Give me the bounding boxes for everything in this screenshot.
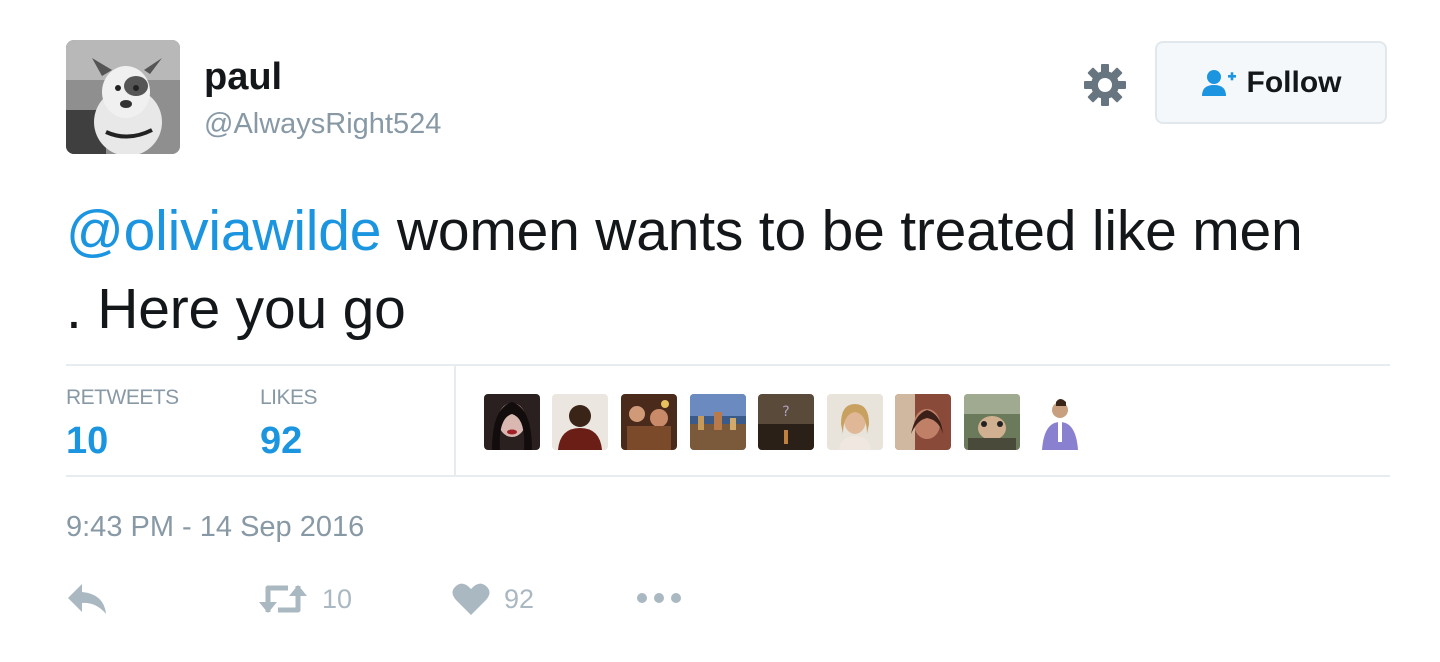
tweet-text-line2: . Here you go [66,277,406,341]
gear-icon[interactable] [1082,62,1128,108]
liker-avatar[interactable] [484,394,540,450]
liker-avatar[interactable] [690,394,746,450]
retweets-stat[interactable]: RETWEETS 10 [66,386,179,463]
likes-stat[interactable]: LIKES 92 [260,386,318,463]
retweet-button[interactable]: 10 [258,582,352,616]
tweet-timestamp[interactable]: 9:43 PM - 14 Sep 2016 [66,511,364,544]
like-count: 92 [504,583,535,614]
likes-label: LIKES [260,386,318,409]
retweet-icon [259,585,307,613]
mention-link[interactable]: @oliviawilde [66,199,381,263]
reply-button[interactable] [66,582,108,616]
tweet-text: @oliviawilde women wants to be treated l… [66,192,1406,348]
heart-icon [452,583,490,615]
liker-avatar[interactable] [621,394,677,450]
likes-value: 92 [260,420,303,462]
liker-avatar[interactable] [1032,394,1088,450]
more-dots-icon [637,593,681,603]
follow-person-plus-icon [1201,69,1236,96]
tweet-actions: 10 92 [66,582,766,632]
retweets-value: 10 [66,420,109,462]
reply-icon [68,584,106,614]
follow-button-label: Follow [1246,65,1342,99]
follow-button[interactable]: Follow [1155,41,1387,124]
liker-avatar[interactable] [827,394,883,450]
user-display-name[interactable]: paul [204,58,282,96]
retweets-label: RETWEETS [66,386,179,409]
more-button[interactable] [634,590,684,606]
tweet-stats: RETWEETS 10 LIKES 92 ? [66,364,1390,477]
stats-divider [454,366,456,475]
tweet-text-line1: women wants to be treated like men [381,199,1303,263]
liker-avatar[interactable]: ? [758,394,814,450]
retweet-count: 10 [322,583,353,614]
user-avatar[interactable] [66,40,180,154]
user-handle[interactable]: @AlwaysRight524 [204,110,441,139]
like-button[interactable]: 92 [452,582,534,616]
liker-avatar[interactable] [964,394,1020,450]
svg-text:?: ? [782,404,789,420]
liker-avatar[interactable] [895,394,951,450]
liker-avatar[interactable] [552,394,608,450]
dog-avatar-image [66,40,180,154]
